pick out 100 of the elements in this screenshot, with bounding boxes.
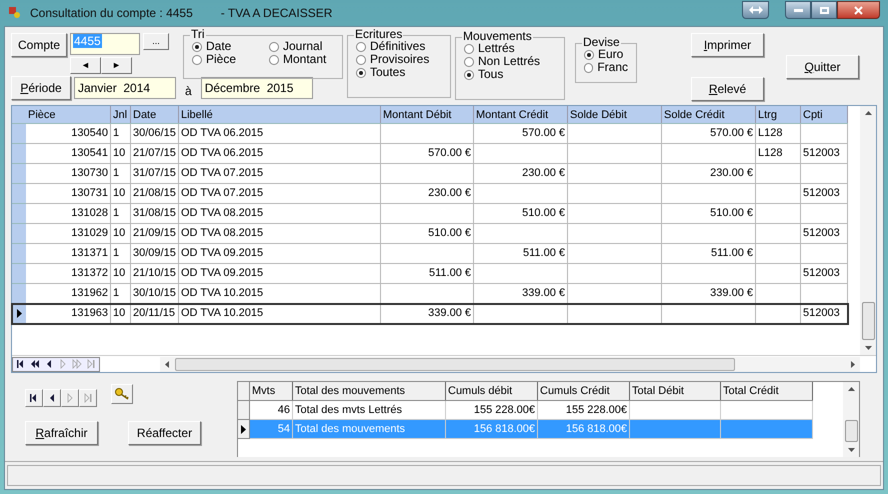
compte-button[interactable]: Compte bbox=[11, 33, 67, 57]
first-arrow-icon bbox=[29, 393, 39, 403]
column-header[interactable]: Total Débit bbox=[630, 382, 721, 400]
reaffecter-button[interactable]: Réaffecter bbox=[128, 421, 201, 445]
minimize-button[interactable] bbox=[785, 1, 811, 19]
minimize-icon bbox=[794, 8, 802, 12]
table-row[interactable]: 131029 10 21/09/15 OD TVA 08.2015 510.00 € 512003 bbox=[12, 224, 848, 244]
column-header[interactable]: Cumuls Crédit bbox=[538, 382, 630, 400]
table-cell: 230.00 € bbox=[474, 164, 568, 184]
radio-option[interactable]: Pièce bbox=[192, 53, 257, 66]
radio-option[interactable]: Provisoires bbox=[356, 53, 442, 66]
previous-account-button[interactable]: ◄ bbox=[70, 57, 101, 74]
table-cell: 21/08/15 bbox=[131, 184, 179, 204]
column-header[interactable]: Mvts bbox=[250, 382, 293, 400]
rafraichir-button[interactable]: Rafraîchir bbox=[25, 421, 98, 445]
column-header[interactable]: Date bbox=[131, 106, 179, 123]
quitter-button[interactable]: Quitter bbox=[786, 55, 859, 79]
column-header[interactable]: Montant Débit bbox=[381, 106, 474, 123]
key-icon bbox=[114, 387, 130, 401]
end-period-field[interactable]: Décembre 2015 bbox=[200, 77, 313, 99]
table-cell bbox=[801, 244, 848, 264]
table-row[interactable]: 131963 10 20/11/15 OD TVA 10.2015 339.00 € 512003 bbox=[12, 304, 848, 324]
column-header[interactable]: Cpti bbox=[801, 106, 848, 123]
releve-button[interactable]: Relevé bbox=[691, 77, 764, 101]
table-cell: 31/08/15 bbox=[131, 204, 179, 224]
last-arrow-icon bbox=[83, 393, 93, 403]
key-button[interactable] bbox=[111, 384, 133, 404]
resize-button[interactable] bbox=[742, 1, 769, 19]
table-row[interactable]: 131028 1 31/08/15 OD TVA 08.2015 510.00 € 510.00 € bbox=[12, 204, 848, 224]
column-header[interactable]: Montant Crédit bbox=[474, 106, 568, 123]
scroll-up-arrow-icon bbox=[864, 110, 872, 117]
table-cell: OD TVA 09.2015 bbox=[179, 244, 381, 264]
table-row[interactable]: 130731 10 21/08/15 OD TVA 07.2015 230.00 € 512003 bbox=[12, 184, 848, 204]
radio-option[interactable]: Lettrés bbox=[464, 42, 556, 55]
table-cell: OD TVA 10.2015 bbox=[179, 304, 381, 324]
imprimer-button[interactable]: Imprimer bbox=[691, 33, 764, 57]
row-indicator bbox=[12, 184, 26, 204]
close-icon bbox=[854, 6, 863, 14]
current-row-icon bbox=[241, 424, 246, 434]
table-cell: L128 bbox=[756, 124, 801, 144]
radio-option[interactable]: Toutes bbox=[356, 66, 442, 79]
scroll-thumb[interactable] bbox=[844, 420, 858, 442]
scroll-thumb[interactable] bbox=[175, 358, 735, 370]
table-row[interactable]: 131372 10 21/10/15 OD TVA 09.2015 511.00 € 512003 bbox=[12, 264, 848, 284]
table-cell: 131962 bbox=[26, 284, 111, 304]
next-account-button[interactable]: ► bbox=[101, 57, 132, 74]
column-header[interactable]: Pièce bbox=[26, 106, 111, 123]
table-cell: 511.00 € bbox=[381, 264, 474, 284]
scroll-thumb[interactable] bbox=[862, 302, 874, 340]
table-cell: OD TVA 10.2015 bbox=[179, 284, 381, 304]
radio-option[interactable]: Franc bbox=[584, 61, 628, 74]
scroll-up-arrow-icon bbox=[848, 386, 854, 393]
maximize-button[interactable] bbox=[811, 1, 837, 19]
column-header[interactable]: Ltrg bbox=[756, 106, 801, 123]
row-indicator bbox=[12, 224, 26, 244]
column-header[interactable]: Solde Débit bbox=[568, 106, 662, 123]
browse-button[interactable]: ... bbox=[143, 33, 169, 50]
table-cell: 512003 bbox=[801, 304, 848, 324]
table-cell bbox=[756, 164, 801, 184]
column-header[interactable]: Jnl bbox=[111, 106, 131, 123]
table-row[interactable]: 131962 1 30/10/15 OD TVA 10.2015 339.00 € 339.00 € bbox=[12, 284, 848, 304]
table-cell: L128 bbox=[756, 144, 801, 164]
close-button[interactable] bbox=[837, 1, 880, 19]
table-cell: OD TVA 06.2015 bbox=[179, 144, 381, 164]
table-row[interactable]: 130541 10 21/07/15 OD TVA 06.2015 570.00 € L128 512003 bbox=[12, 144, 848, 164]
start-period-field[interactable]: Janvier 2014 bbox=[74, 77, 176, 99]
radio-option[interactable]: Montant bbox=[269, 53, 334, 66]
table-cell: OD TVA 06.2015 bbox=[179, 124, 381, 144]
radio-option[interactable]: Journal bbox=[269, 40, 334, 53]
table-cell: OD TVA 09.2015 bbox=[179, 264, 381, 284]
app-icon bbox=[8, 6, 22, 20]
table-row[interactable]: 130540 1 30/06/15 OD TVA 06.2015 570.00 € 570.00 € L128 bbox=[12, 124, 848, 144]
navigator-button[interactable] bbox=[29, 358, 40, 370]
radio-option[interactable]: Date bbox=[192, 40, 257, 53]
column-header[interactable]: Total Crédit bbox=[721, 382, 813, 400]
table-cell: 510.00 € bbox=[662, 204, 756, 224]
table-cell: OD TVA 08.2015 bbox=[179, 224, 381, 244]
radio-option[interactable]: Non Lettrés bbox=[464, 55, 556, 68]
vertical-scrollbar[interactable] bbox=[843, 382, 859, 457]
radio-option[interactable]: Euro bbox=[584, 48, 628, 61]
horizontal-scrollbar[interactable] bbox=[160, 356, 860, 372]
navigator-button[interactable] bbox=[15, 358, 26, 370]
record-nav-button[interactable] bbox=[43, 389, 61, 407]
table-row[interactable]: 131371 1 30/09/15 OD TVA 09.2015 511.00 € 511.00 € bbox=[12, 244, 848, 264]
scroll-left-arrow-icon bbox=[164, 360, 171, 368]
table-cell: 511.00 € bbox=[662, 244, 756, 264]
record-nav-button[interactable] bbox=[25, 389, 43, 407]
radio-option[interactable]: Définitives bbox=[356, 40, 442, 53]
row-indicator bbox=[12, 144, 26, 164]
table-cell: OD TVA 07.2015 bbox=[179, 164, 381, 184]
column-header[interactable]: Total des mouvements bbox=[293, 382, 446, 400]
periode-button[interactable]: Période bbox=[11, 76, 71, 100]
table-cell: 570.00 € bbox=[662, 124, 756, 144]
column-header[interactable]: Libellé bbox=[179, 106, 381, 123]
column-header[interactable]: Cumuls débit bbox=[446, 382, 538, 400]
vertical-scrollbar[interactable] bbox=[860, 106, 876, 355]
radio-option[interactable]: Tous bbox=[464, 68, 556, 81]
table-row[interactable]: 130730 1 31/07/15 OD TVA 07.2015 230.00 € 230.00 € bbox=[12, 164, 848, 184]
column-header[interactable]: Solde Crédit bbox=[662, 106, 756, 123]
table-cell: 10 bbox=[111, 184, 131, 204]
